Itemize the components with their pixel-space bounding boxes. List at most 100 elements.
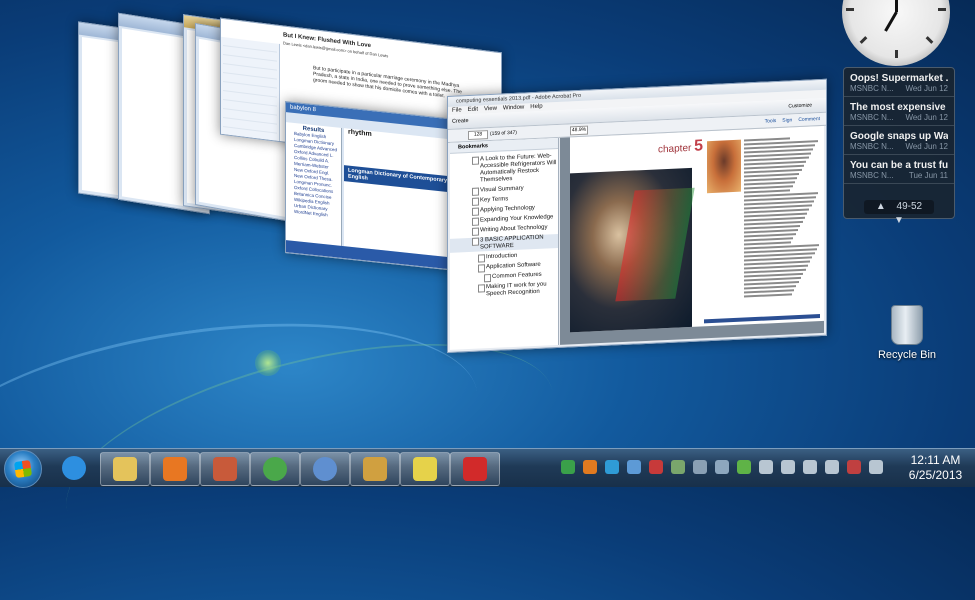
zoom-input[interactable]: 48.9% [570,125,588,136]
bookmark-label: Introduction [486,252,518,261]
news-item[interactable]: The most expensive ... MSNBC N... Wed Jun … [844,97,954,126]
arrow-tray-icon[interactable] [627,460,641,474]
menu-item[interactable]: File [452,107,462,113]
clock-gadget[interactable] [842,0,950,66]
clock-time: 12:11 AM [910,453,961,467]
text-column [704,136,822,321]
news-date: Wed Jun 12 [905,113,948,122]
flag-tray-icon[interactable] [847,460,861,474]
shield-tray-icon[interactable] [561,460,575,474]
chapter-heading: chapter 5 [658,137,704,156]
news-meta: MSNBC N... Wed Jun 12 [850,113,948,122]
bookmark-label: 3 BASIC APPLICATION SOFTWARE [480,234,544,251]
taskbar-button-adobe-acrobat[interactable] [450,452,500,486]
taskbar-button-sticky-notes[interactable] [400,452,450,486]
bookmark-page-icon [472,197,479,206]
monitor-tray-icon[interactable] [693,460,707,474]
bookmark-label: Common Features [492,271,542,280]
bookmark-page-icon [472,187,479,196]
menu-item[interactable]: Window [503,104,524,111]
battery-tray-icon[interactable] [759,460,773,474]
bookmark-label: Visual Summary [480,185,524,194]
taskbar-button-chrome[interactable] [250,452,300,486]
news-source: MSNBC N... [850,84,894,93]
taskbar-clock[interactable]: 12:11 AM 6/25/2013 [898,453,973,483]
network-tray-icon[interactable] [671,460,685,474]
document-view[interactable]: chapter 5 [560,125,824,345]
bookmark-item[interactable]: Making IT work for you Speech Recognitio… [450,281,558,300]
desktop-tray-icon[interactable] [869,460,883,474]
start-button[interactable] [4,450,42,488]
panel-link[interactable]: Sign [782,117,792,123]
headset-tray-icon[interactable] [825,460,839,474]
recycle-bin-icon[interactable] [891,305,923,345]
taskbar-button-internet-explorer[interactable] [50,452,98,484]
menu-item[interactable]: View [484,106,497,113]
bookmark-item[interactable]: A Look to the Future: Web-Accessible Ref… [450,153,558,186]
wallpaper-bloom [255,350,281,376]
bookmark-page-icon [472,237,479,246]
acrobat-window[interactable]: computing essentials 2013.pdf - Adobe Ac… [447,78,827,354]
taskbar-button-paint[interactable] [200,452,250,486]
taskbar-button-windows-explorer[interactable] [100,452,150,486]
news-title: The most expensive ... [850,102,948,113]
windows-logo-icon [13,459,33,479]
users-tray-icon[interactable] [803,460,817,474]
chrome-icon [263,457,287,481]
recycle-bin[interactable]: Recycle Bin [868,305,946,361]
volume-tray-icon[interactable] [781,460,795,474]
news-feed-gadget[interactable]: Oops! Supermarket ... MSNBC N... Wed Jun 1… [843,67,955,226]
results-panel: Results Babylon English Longman Dictionar… [286,122,342,246]
bookmark-item[interactable]: 3 BASIC APPLICATION SOFTWARE [450,233,558,253]
news-date: Tue Jun 11 [908,171,948,180]
news-source: MSNBC N... [850,171,894,180]
page-count: (159 of 347) [490,129,517,138]
news-meta: MSNBC N... Tue Jun 11 [850,171,948,180]
bookmark-label: Applying Technology [480,205,535,214]
news-item[interactable]: You can be a trust fu... MSNBC N... Tue Ju… [844,155,954,184]
customize-button[interactable]: Customize [788,98,812,113]
menu-item[interactable]: Edit [468,107,478,113]
green-tray-icon[interactable] [737,460,751,474]
adobe-acrobat-icon [463,457,487,481]
news-pager: ▲ 49-52 ▼ [864,200,934,226]
babylon-icon [313,457,337,481]
create-button[interactable]: Create [452,118,469,125]
bookmark-label: Writing About Technology [480,224,548,234]
babylon-window[interactable]: babylon 8 Results Babylon English Longman… [285,100,457,272]
taskbar: 12:11 AM 6/25/2013 [0,448,975,488]
menu-item[interactable]: Help [530,104,542,111]
skype-tray-icon[interactable] [605,460,619,474]
dictionary-section-header: Longman Dictionary of Contemporary Engli… [344,165,456,193]
taskbar-button-media-player[interactable] [150,452,200,486]
v-tray-icon[interactable] [649,460,663,474]
headword: rhythm [348,128,372,139]
news-meta: MSNBC N... Wed Jun 12 [850,142,948,151]
bookmark-label: Making IT work for you Speech Recognitio… [486,281,547,298]
chapter-photo [570,167,695,333]
panel-link[interactable]: Comment [798,116,820,123]
bookmark-page-icon [472,156,479,165]
news-title: Oops! Supermarket ... [850,73,948,84]
taskbar-button-babylon[interactable] [300,452,350,486]
bookmark-label: Application Software [486,261,541,271]
page-indicator: 49-52 [896,201,923,212]
news-item[interactable]: Oops! Supermarket ... MSNBC N... Wed Jun 1… [844,68,954,97]
message-list[interactable] [221,36,280,143]
media-player-icon [163,457,187,481]
people-tray-icon[interactable] [715,460,729,474]
next-arrow-icon[interactable]: ▼ [894,215,904,226]
paint-icon [213,457,237,481]
bookmarks-panel: Bookmarks A Look to the Future: Web-Acce… [450,137,559,350]
bookmark-label: Key Terms [480,196,509,204]
portrait-image [707,139,741,194]
panel-link[interactable]: Tools [765,118,777,125]
news-item[interactable]: Google snaps up Wa... MSNBC N... Wed Jun 1… [844,126,954,155]
prev-arrow-icon[interactable]: ▲ [876,201,886,212]
bookmark-page-icon [472,217,479,226]
office-tray-icon[interactable] [583,460,597,474]
taskbar-button-outlook[interactable] [350,452,400,486]
news-title: Google snaps up Wa... [850,131,948,142]
bookmark-page-icon [478,264,485,273]
page-number-input[interactable]: 128 [468,130,488,141]
